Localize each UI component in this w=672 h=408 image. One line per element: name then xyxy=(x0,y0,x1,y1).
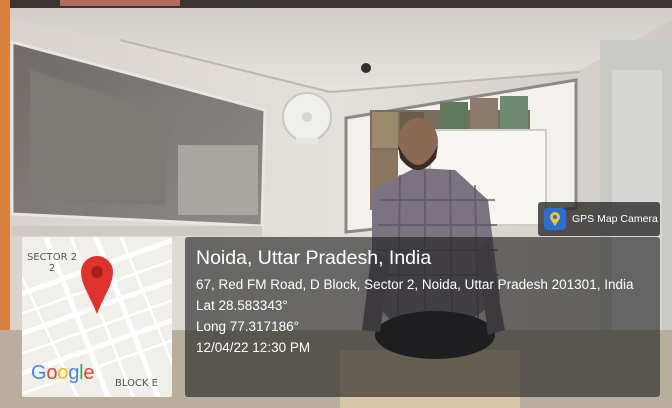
latitude: Lat 28.583343° xyxy=(196,298,288,313)
google-logo-letter: o xyxy=(46,362,58,384)
gps-photo: GPS Map Camera SECTOR 2 2 Google BLOCK E… xyxy=(0,0,672,408)
location-pin-icon xyxy=(81,256,113,314)
mini-map: SECTOR 2 2 Google BLOCK E xyxy=(22,237,172,397)
google-logo-letter: G xyxy=(31,362,47,384)
google-logo-letter: e xyxy=(83,362,95,384)
map-block-label: BLOCK E xyxy=(115,378,158,389)
location-address: 67, Red FM Road, D Block, Sector 2, Noid… xyxy=(196,277,634,292)
app-badge: GPS Map Camera xyxy=(538,202,660,236)
map-pin-icon xyxy=(544,208,566,230)
datetime: 12/04/22 12:30 PM xyxy=(196,340,311,355)
map-sector-label: SECTOR 2 2 xyxy=(27,252,77,274)
google-logo-letter: g xyxy=(68,362,80,384)
location-info-panel: Noida, Uttar Pradesh, India 67, Red FM R… xyxy=(185,237,660,397)
app-badge-label: GPS Map Camera xyxy=(572,213,658,225)
location-title: Noida, Uttar Pradesh, India xyxy=(196,247,432,269)
google-logo-letter: o xyxy=(57,362,69,384)
google-logo: Google xyxy=(31,362,95,385)
map-sector-line2: 2 xyxy=(48,263,56,274)
map-sector-line1: SECTOR 2 xyxy=(27,252,78,263)
longitude: Long 77.317186° xyxy=(196,319,299,334)
